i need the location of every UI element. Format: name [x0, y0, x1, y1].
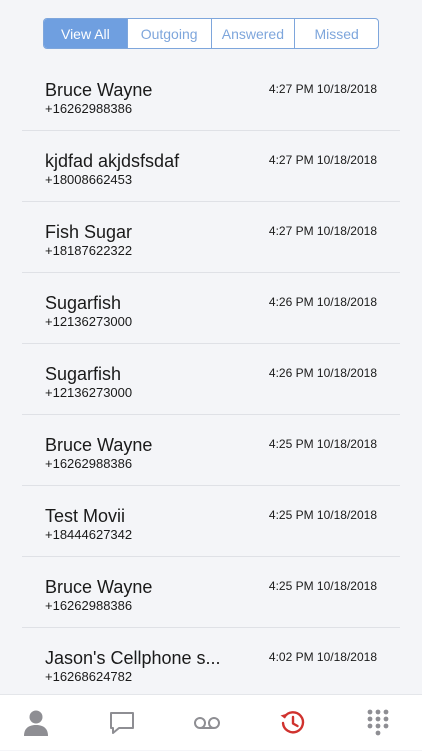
caller-number: +12136273000	[45, 385, 133, 400]
caller-name: Test Movii	[45, 506, 126, 526]
call-timestamp: 4:25 PM 10/18/2018	[268, 437, 377, 451]
call-timestamp: 4:27 PM 10/18/2018	[268, 82, 377, 96]
filter-tab-answered[interactable]: Answered	[210, 19, 295, 48]
caller-name: Sugarfish	[45, 364, 122, 384]
recents-icon	[280, 711, 305, 734]
call-timestamp: 4:26 PM 10/18/2018	[268, 366, 377, 380]
call-list-item[interactable]: Sugarfish +12136273000 4:26 PM 10/18/201…	[0, 344, 422, 415]
call-timestamp: 4:25 PM 10/18/2018	[268, 579, 377, 593]
voicemail-icon	[194, 717, 220, 729]
tab-voicemail[interactable]	[177, 695, 237, 751]
caller-number: +16262988386	[45, 101, 133, 116]
filter-tab-view-all[interactable]: View All	[44, 19, 127, 48]
call-timestamp: 4:02 PM 10/18/2018	[268, 650, 377, 664]
call-list-item[interactable]: Bruce Wayne +16262988386 4:25 PM 10/18/2…	[0, 415, 422, 486]
caller-number: +18444627342	[45, 527, 133, 542]
caller-number: +18187622322	[45, 243, 133, 258]
call-timestamp: 4:27 PM 10/18/2018	[268, 153, 377, 167]
caller-number: +18008662453	[45, 172, 133, 187]
tab-recents[interactable]	[263, 695, 323, 751]
call-list-item[interactable]: Test Movii +18444627342 4:25 PM 10/18/20…	[0, 486, 422, 557]
tab-messages[interactable]	[92, 695, 152, 751]
caller-name: Sugarfish	[45, 293, 122, 313]
caller-name: Fish Sugar	[45, 222, 133, 242]
caller-name: Jason's Cellphone s...	[45, 648, 221, 668]
filter-tab-outgoing[interactable]: Outgoing	[126, 19, 211, 48]
caller-name: Bruce Wayne	[45, 435, 153, 455]
call-timestamp: 4:25 PM 10/18/2018	[268, 508, 377, 522]
messages-icon	[110, 712, 134, 734]
caller-number: +12136273000	[45, 314, 133, 329]
call-timestamp: 4:26 PM 10/18/2018	[268, 295, 377, 309]
recent-calls-screen: View All Outgoing Answered Missed Bruce …	[0, 0, 422, 750]
call-filter-segmented-control: View All Outgoing Answered Missed	[43, 18, 379, 49]
bottom-tab-bar	[0, 694, 422, 750]
caller-number: +16268624782	[45, 669, 133, 684]
tab-keypad[interactable]	[348, 695, 408, 751]
caller-number: +16262988386	[45, 456, 133, 471]
caller-number: +16262988386	[45, 598, 133, 613]
tab-contacts[interactable]	[6, 695, 66, 751]
call-timestamp: 4:27 PM 10/18/2018	[268, 224, 377, 238]
filter-tab-missed[interactable]: Missed	[294, 19, 378, 48]
caller-name: kjdfad akjdsfsdaf	[45, 151, 180, 171]
call-list-item[interactable]: Fish Sugar +18187622322 4:27 PM 10/18/20…	[0, 202, 422, 273]
call-list-item[interactable]: Bruce Wayne +16262988386 4:25 PM 10/18/2…	[0, 557, 422, 628]
call-list-item[interactable]: Jason's Cellphone s... +16268624782 4:02…	[0, 628, 422, 694]
caller-name: Bruce Wayne	[45, 80, 153, 100]
call-list-item[interactable]: Sugarfish +12136273000 4:26 PM 10/18/201…	[0, 273, 422, 344]
keypad-icon	[367, 709, 389, 736]
caller-name: Bruce Wayne	[45, 577, 153, 597]
call-list-item[interactable]: Bruce Wayne +16262988386 4:27 PM 10/18/2…	[0, 60, 422, 131]
contacts-icon	[24, 710, 48, 736]
call-history-list[interactable]: Bruce Wayne +16262988386 4:27 PM 10/18/2…	[0, 60, 422, 694]
call-list-item[interactable]: kjdfad akjdsfsdaf +18008662453 4:27 PM 1…	[0, 131, 422, 202]
